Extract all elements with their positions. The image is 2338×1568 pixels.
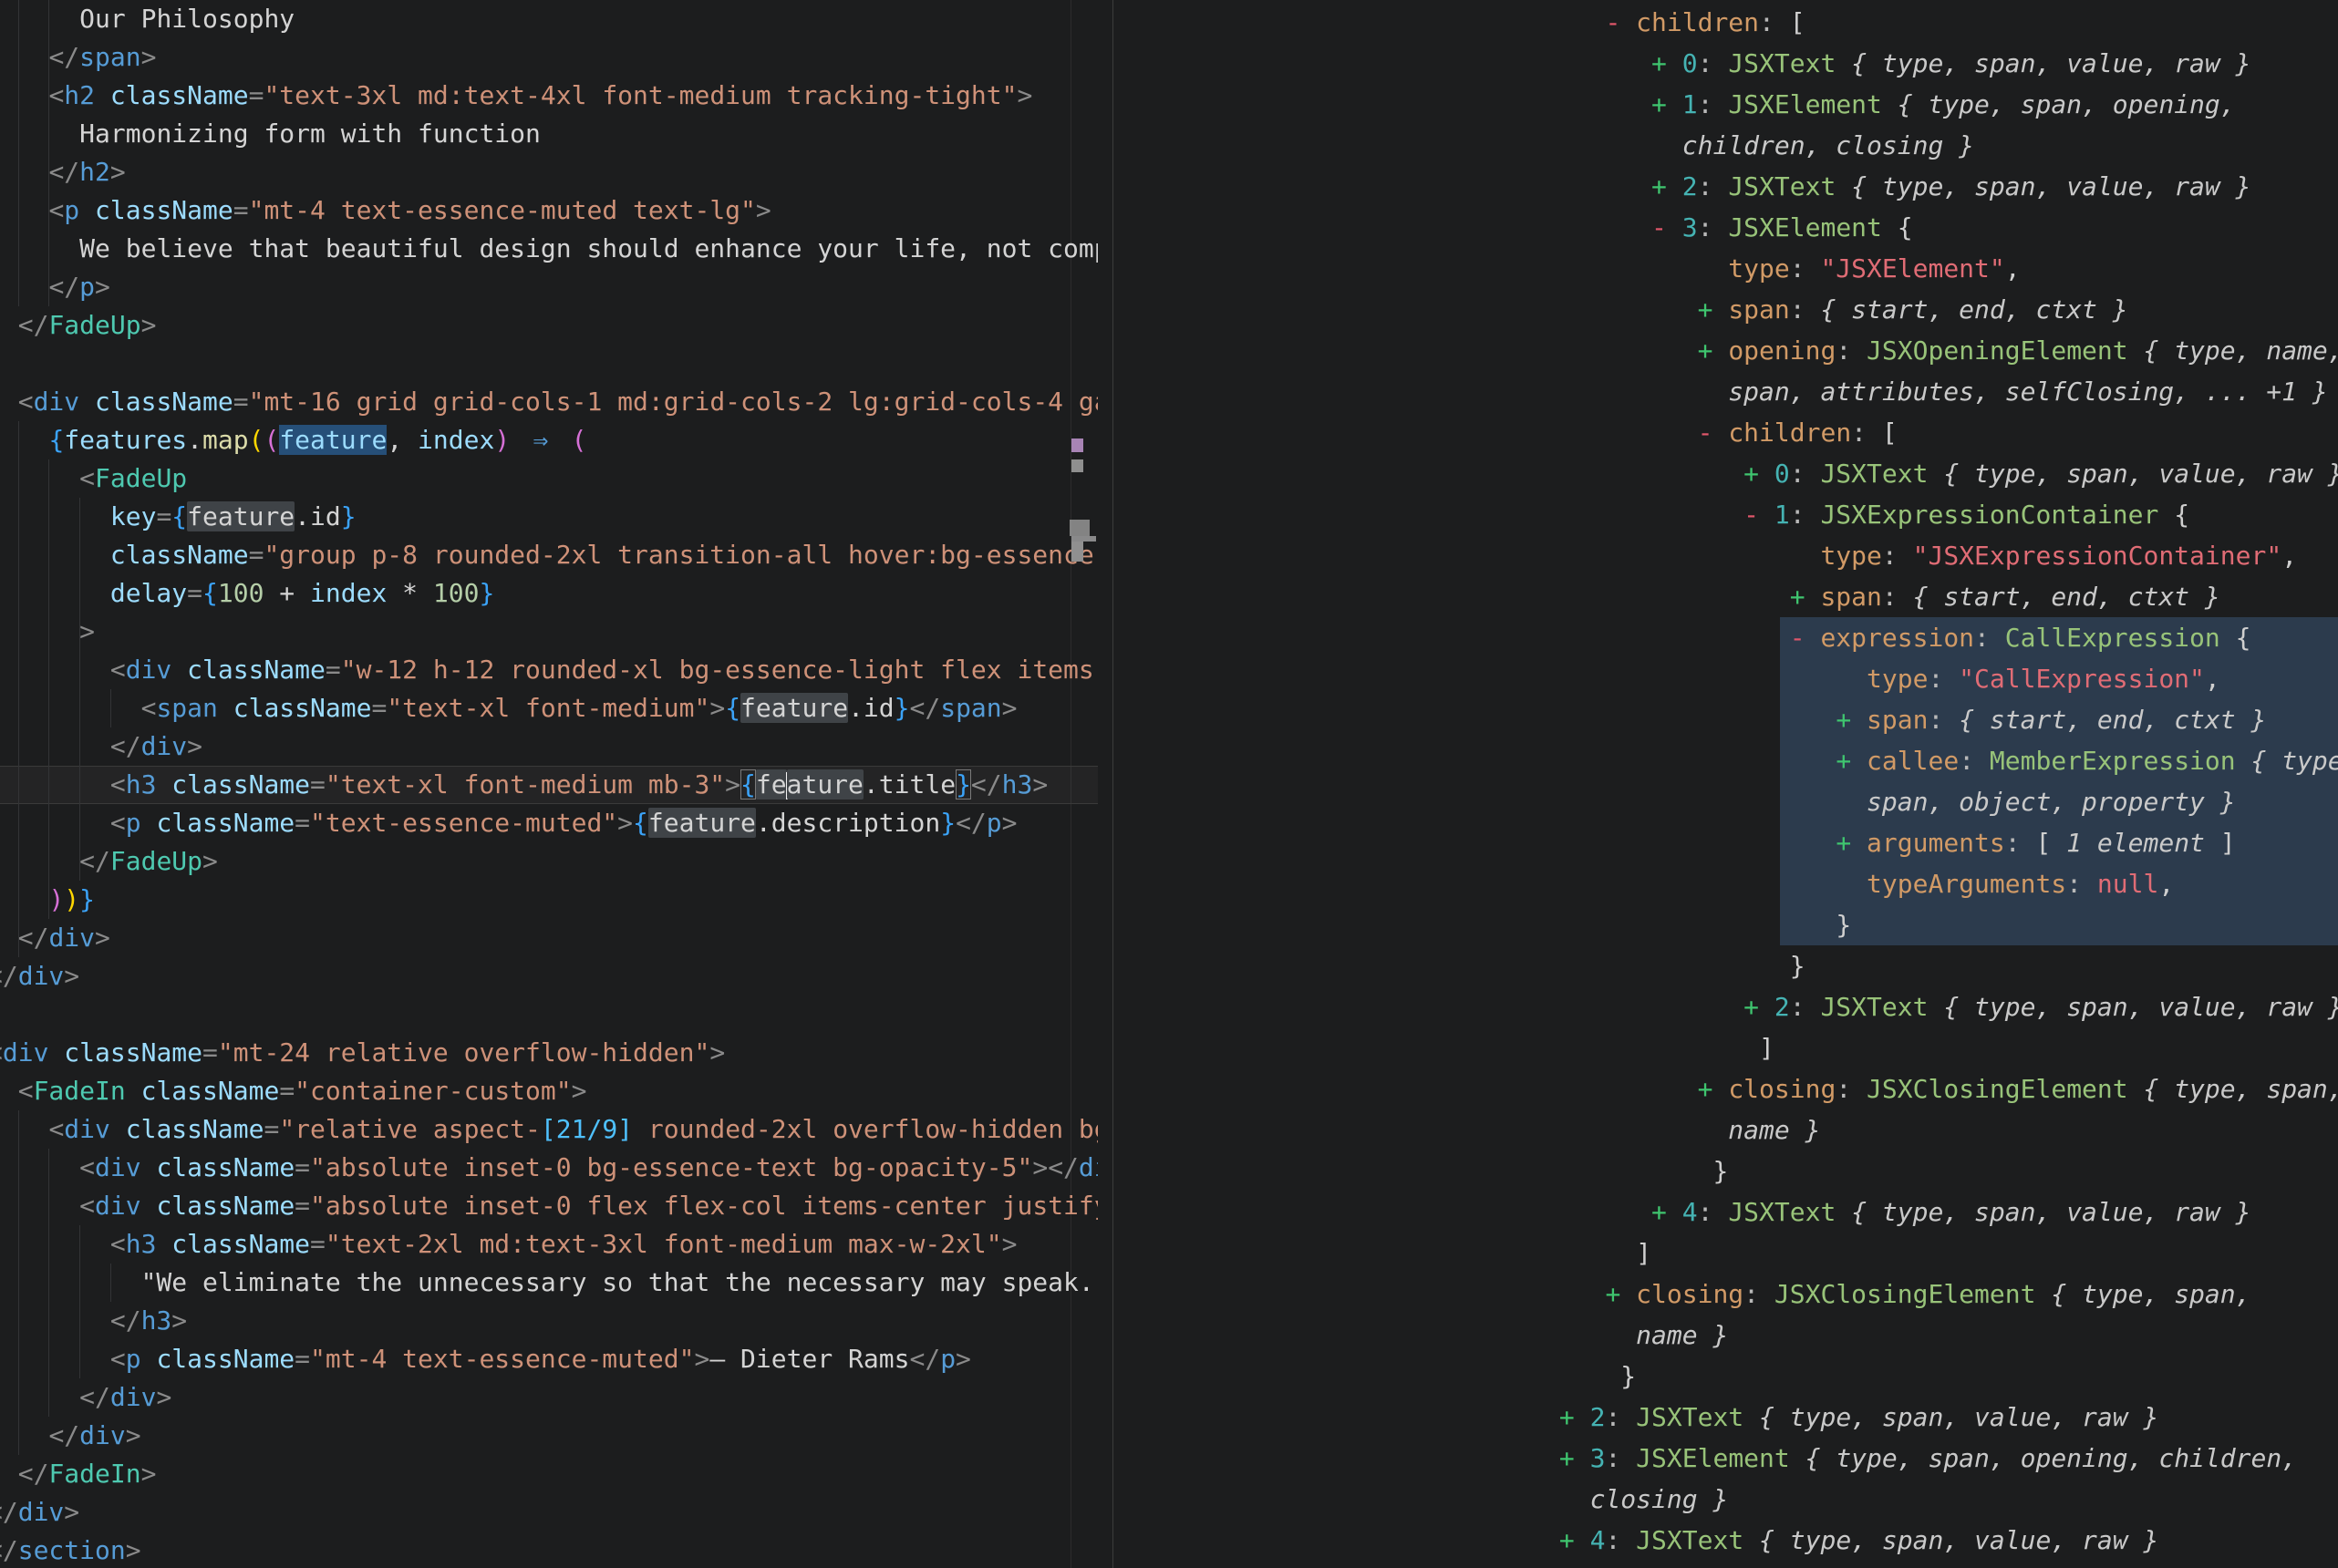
ast-line[interactable]: type: "JSXElement",: [1113, 248, 2338, 289]
code-line[interactable]: <p className="mt-4 text-essence-muted">—…: [0, 1340, 1098, 1378]
code-line[interactable]: {features.map((feature, index) ⇒ (: [0, 421, 1098, 459]
ast-line[interactable]: span, attributes, selfClosing, ... +1 }: [1113, 371, 2338, 412]
jsx-code[interactable]: Our Philosophy </span> <h2 className="te…: [0, 0, 1098, 1568]
code-line[interactable]: </div>: [0, 1417, 1098, 1455]
ast-line[interactable]: - children: [: [1113, 2, 2338, 43]
ast-line[interactable]: + span: { start, end, ctxt }: [1113, 699, 2338, 740]
code-line[interactable]: <p className="text-essence-muted">{featu…: [0, 804, 1098, 842]
ast-line[interactable]: ]: [1113, 1027, 2338, 1068]
code-line[interactable]: >: [0, 613, 1098, 651]
code-line[interactable]: "We eliminate the unnecessary so that th…: [0, 1264, 1098, 1302]
code-line[interactable]: [0, 345, 1098, 383]
pane-divider[interactable]: [1112, 0, 1113, 1568]
code-line[interactable]: </h2>: [0, 153, 1098, 191]
ast-line[interactable]: + 1: JSXElement { type, span, opening,: [1113, 84, 2338, 125]
code-line[interactable]: <div className="mt-24 relative overflow-…: [0, 1034, 1098, 1072]
code-line[interactable]: <div className="absolute inset-0 flex fl…: [0, 1187, 1098, 1225]
ast-line[interactable]: type: "JSXExpressionContainer",: [1113, 535, 2338, 576]
ast-line[interactable]: + 2: JSXText { type, span, value, raw }: [1113, 166, 2338, 207]
code-line[interactable]: </h3>: [0, 1302, 1098, 1340]
ast-line[interactable]: }: [1113, 1150, 2338, 1191]
ast-line[interactable]: ]: [1113, 1233, 2338, 1274]
code-line[interactable]: </div>: [0, 1378, 1098, 1417]
code-line[interactable]: ))}: [0, 881, 1098, 919]
ast-line[interactable]: - expression: CallExpression {: [1113, 617, 2338, 658]
code-line[interactable]: </section>: [0, 1532, 1098, 1568]
code-line[interactable]: key={feature.id}: [0, 498, 1098, 536]
ast-line[interactable]: children, closing }: [1113, 125, 2338, 166]
ast-line[interactable]: + 0: JSXText { type, span, value, raw }: [1113, 43, 2338, 84]
indent-guide: [48, 459, 49, 919]
ast-line[interactable]: }: [1113, 945, 2338, 986]
code-line[interactable]: <h3 className="text-2xl md:text-3xl font…: [0, 1225, 1098, 1264]
ast-line[interactable]: name }: [1113, 1109, 2338, 1150]
code-line[interactable]: Our Philosophy: [0, 0, 1098, 38]
ast-tree[interactable]: - children: [ + 0: JSXText { type, span,…: [1113, 2, 2338, 1561]
editor-window: { "window": { "kind": "split-code-editor…: [0, 0, 2338, 1568]
code-line[interactable]: </FadeUp>: [0, 842, 1098, 881]
ast-line[interactable]: + arguments: [ 1 element ]: [1113, 822, 2338, 863]
code-line[interactable]: <p className="mt-4 text-essence-muted te…: [0, 191, 1098, 230]
active-code-line[interactable]: <h3 className="text-xl font-medium mb-3"…: [0, 766, 1098, 804]
indent-guide: [18, 1110, 19, 1455]
ast-line[interactable]: }: [1113, 904, 2338, 945]
ast-line[interactable]: + 0: JSXText { type, span, value, raw }: [1113, 453, 2338, 494]
code-line[interactable]: <FadeIn className="container-custom">: [0, 1072, 1098, 1110]
ast-line[interactable]: + span: { start, end, ctxt }: [1113, 289, 2338, 330]
code-line[interactable]: We believe that beautiful design should …: [0, 230, 1098, 268]
code-line[interactable]: <div className="w-12 h-12 rounded-xl bg-…: [0, 651, 1098, 689]
ast-line[interactable]: }: [1113, 1356, 2338, 1397]
indent-guide: [110, 1264, 111, 1302]
scrollbar-decoration-mark: [1071, 542, 1083, 562]
code-line[interactable]: className="group p-8 rounded-2xl transit…: [0, 536, 1098, 574]
ast-line[interactable]: typeArguments: null,: [1113, 863, 2338, 904]
ast-line[interactable]: + span: { start, end, ctxt }: [1113, 576, 2338, 617]
ast-line[interactable]: + closing: JSXClosingElement { type, spa…: [1113, 1274, 2338, 1315]
indent-guide: [110, 689, 111, 727]
code-line[interactable]: </div>: [0, 727, 1098, 766]
code-line[interactable]: </span>: [0, 38, 1098, 77]
code-line[interactable]: Harmonizing form with function: [0, 115, 1098, 153]
jsx-editor-pane[interactable]: Our Philosophy </span> <h2 className="te…: [0, 0, 1098, 1568]
ast-line[interactable]: - 1: JSXExpressionContainer {: [1113, 494, 2338, 535]
ast-line[interactable]: + 4: JSXText { type, span, value, raw }: [1113, 1520, 2338, 1561]
ast-line[interactable]: + 4: JSXText { type, span, value, raw }: [1113, 1191, 2338, 1233]
scrollbar-decoration-mark: [1070, 520, 1090, 536]
code-line[interactable]: <div className="relative aspect-[21/9] r…: [0, 1110, 1098, 1149]
ast-line[interactable]: - children: [: [1113, 412, 2338, 453]
scrollbar-decoration-mark: [1071, 438, 1083, 452]
code-line[interactable]: </FadeUp>: [0, 306, 1098, 345]
code-line[interactable]: </FadeIn>: [0, 1455, 1098, 1493]
indent-guide: [18, 421, 19, 957]
ast-line[interactable]: span, object, property }: [1113, 781, 2338, 822]
indent-guide: [18, 0, 19, 306]
ast-line[interactable]: + callee: MemberExpression { type,: [1113, 740, 2338, 781]
ast-line[interactable]: - 3: JSXElement {: [1113, 207, 2338, 248]
indent-guide: [48, 0, 49, 306]
indent-guide: [79, 498, 80, 881]
ast-line[interactable]: + 3: JSXElement { type, span, opening, c…: [1113, 1438, 2338, 1479]
ast-line[interactable]: + 2: JSXText { type, span, value, raw }: [1113, 986, 2338, 1027]
code-line[interactable]: <span className="text-xl font-medium">{f…: [0, 689, 1098, 727]
code-line[interactable]: delay={100 + index * 100}: [0, 574, 1098, 613]
code-line[interactable]: </div>: [0, 1493, 1098, 1532]
ast-panel[interactable]: - children: [ + 0: JSXText { type, span,…: [1113, 0, 2338, 1568]
code-line[interactable]: </div>: [0, 957, 1098, 995]
indent-guide: [48, 1149, 49, 1417]
code-line[interactable]: <h2 className="text-3xl md:text-4xl font…: [0, 77, 1098, 115]
ast-line[interactable]: type: "CallExpression",: [1113, 658, 2338, 699]
ast-line[interactable]: name }: [1113, 1315, 2338, 1356]
code-line[interactable]: <FadeUp: [0, 459, 1098, 498]
ast-line[interactable]: closing }: [1113, 1479, 2338, 1520]
code-line[interactable]: </p>: [0, 268, 1098, 306]
code-line[interactable]: <div className="absolute inset-0 bg-esse…: [0, 1149, 1098, 1187]
ast-line[interactable]: + closing: JSXClosingElement { type, spa…: [1113, 1068, 2338, 1109]
ast-line[interactable]: + opening: JSXOpeningElement { type, nam…: [1113, 330, 2338, 371]
scrollbar-decoration-mark: [1071, 459, 1083, 472]
code-line[interactable]: </div>: [0, 919, 1098, 957]
code-line[interactable]: [0, 995, 1098, 1034]
ast-line[interactable]: + 2: JSXText { type, span, value, raw }: [1113, 1397, 2338, 1438]
indent-guide: [79, 1225, 80, 1378]
code-line[interactable]: <div className="mt-16 grid grid-cols-1 m…: [0, 383, 1098, 421]
